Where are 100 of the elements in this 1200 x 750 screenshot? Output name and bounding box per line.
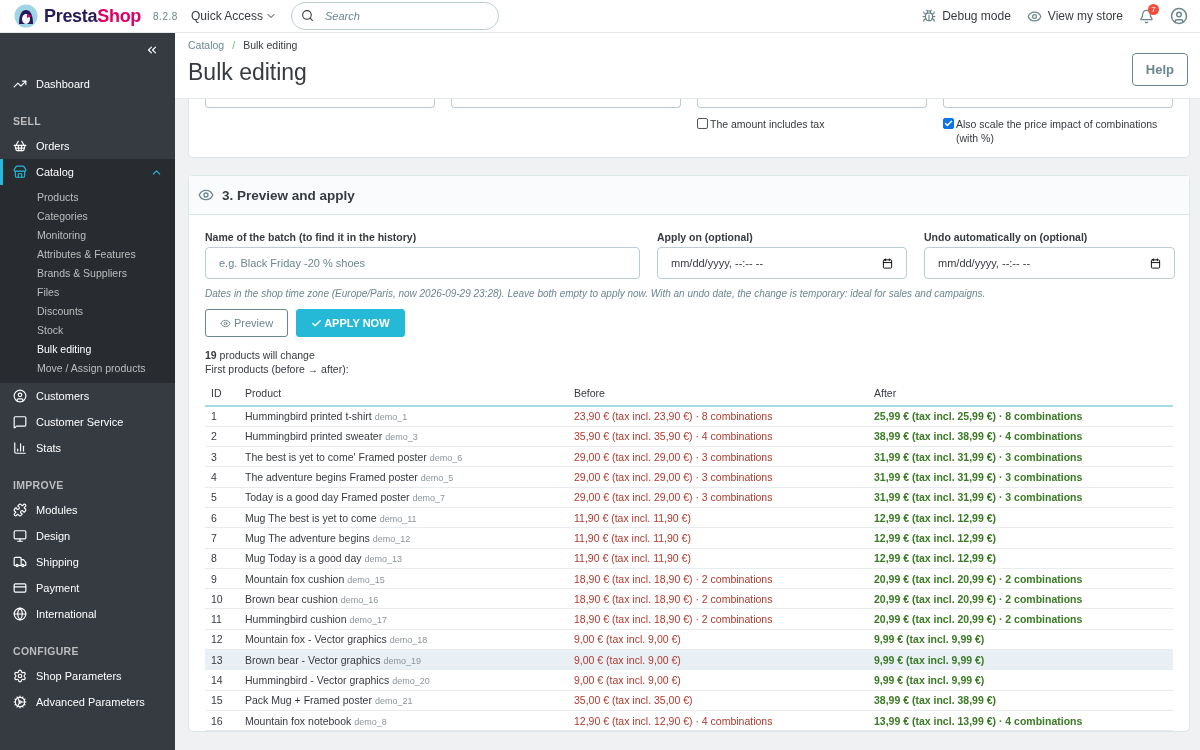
input-field[interactable]: e.g. Black Friday -20 % shoes: [205, 247, 640, 279]
product-name: Brown bear cushion: [245, 592, 338, 605]
table-cell: 14: [205, 669, 239, 691]
product-reference: demo_13: [364, 554, 403, 565]
table-cell: 20,99 € (tax incl. 20,99 €) · 2 combinations: [868, 568, 1173, 589]
table-row[interactable]: 12 Mountain fox - Vector graphics demo_18 9,00 € (tax incl. 9,00 €) 9,99 € (tax incl. 9,99 €): [205, 629, 1173, 650]
table-row[interactable]: 6 Mug The best is yet to come demo_11 11,90 € (tax incl. 11,90 €) 12,99 € (tax incl. 12,99 €): [205, 507, 1173, 528]
sidebar-subitem[interactable]: Categories: [0, 206, 175, 225]
product-reference: demo_11: [379, 513, 417, 524]
sidebar-item[interactable]: Catalog: [0, 159, 175, 185]
version-label: 8.2.8: [153, 10, 178, 22]
product-name: Mountain fox notebook: [245, 714, 352, 727]
eye-icon: [1026, 8, 1042, 24]
breadcrumb-separator: /: [232, 39, 236, 51]
table-row[interactable]: 5 Today is a good day Framed poster demo_7 29,00 € (tax incl. 29,00 €) · 3 combinations 31,99 € (tax incl. 31,99 €) · 3 combinations: [205, 487, 1173, 508]
user-avatar-icon[interactable]: [1170, 7, 1188, 25]
sidebar-item[interactable]: Stats: [0, 435, 175, 461]
store-icon: [13, 165, 27, 179]
preview-button[interactable]: Preview: [205, 309, 289, 337]
table-cell: 11,90 € (tax incl. 11,90 €): [568, 548, 868, 569]
input-field[interactable]: [451, 99, 681, 108]
eye-icon: [220, 317, 231, 329]
checkbox[interactable]: [697, 118, 708, 129]
table-cell: 25,99 € (tax incl. 25,99 €) · 8 combinations: [868, 406, 1173, 427]
sidebar-item[interactable]: Dashboard: [0, 71, 175, 97]
table-cell: 29,00 € (tax incl. 29,00 €) · 3 combinations: [568, 487, 868, 508]
view-store-link[interactable]: View my store: [1026, 8, 1123, 24]
input-field[interactable]: [697, 99, 927, 108]
table-cell: 7: [205, 527, 239, 549]
table-cell: 35,90 € (tax incl. 35,90 €) · 4 combinations: [568, 426, 868, 447]
sidebar-item[interactable]: Modules: [0, 497, 175, 523]
sidebar-subitem[interactable]: Stock: [0, 320, 175, 339]
sidebar-subitem[interactable]: Move / Assign products: [0, 358, 175, 377]
product-name: Hummingbird printed t-shirt: [245, 410, 372, 423]
sidebar-subitem[interactable]: Attributes & Features: [0, 244, 175, 263]
checkbox[interactable]: [943, 118, 954, 129]
table-cell: 9,00 € (tax incl. 9,00 €): [568, 669, 868, 691]
sidebar-item[interactable]: Payment: [0, 575, 175, 601]
sidebar-subitem[interactable]: Brands & Suppliers: [0, 263, 175, 282]
table-cell: 3: [205, 446, 239, 467]
input-field[interactable]: [205, 99, 435, 108]
sidebar-item[interactable]: Advanced Parameters: [0, 689, 175, 715]
table-row[interactable]: 8 Mug Today is a good day demo_13 11,90 € (tax incl. 11,90 €) 12,99 € (tax incl. 12,99 €): [205, 548, 1173, 569]
calendar-icon[interactable]: [882, 257, 893, 269]
table-cell: 4: [205, 466, 239, 488]
table-row[interactable]: 16 Mountain fox notebook demo_8 12,90 € (tax incl. 12,90 €) · 4 combinations 13,99 € (tax incl. 13,99 €) · 4 combinations: [205, 710, 1173, 731]
table-row[interactable]: 2 Hummingbird printed sweater demo_3 35,90 € (tax incl. 35,90 €) · 4 combinations 38,99 € (tax incl. 38,99 €) · 4 combinations: [205, 426, 1173, 447]
product-name: Hummingbird printed sweater: [245, 430, 383, 443]
calendar-icon[interactable]: [1150, 257, 1161, 269]
date-time-field[interactable]: mm/dd/yyyy, --:-- --: [657, 247, 907, 279]
logo-wordmark[interactable]: PrestaShop: [44, 5, 142, 27]
bell-icon[interactable]: [1139, 8, 1154, 24]
sidebar-item[interactable]: Orders: [0, 133, 175, 159]
table-row[interactable]: 4 The adventure begins Framed poster demo_5 29,00 € (tax incl. 29,00 €) · 3 combinations 31,99 € (tax incl. 31,99 €) · 3 combinations: [205, 466, 1173, 488]
globe-icon: [13, 607, 27, 621]
sidebar-item[interactable]: Shipping: [0, 549, 175, 575]
date-time-field[interactable]: mm/dd/yyyy, --:-- --: [924, 247, 1175, 279]
table-row[interactable]: 3 The best is yet to come' Framed poster demo_6 29,00 € (tax incl. 29,00 €) · 3 combinations 31,99 € (tax incl. 31,99 €) · 3 combinations: [205, 446, 1173, 467]
product-name: Hummingbird - Vector graphics: [245, 674, 390, 686]
product-reference: demo_20: [392, 676, 430, 686]
search-field[interactable]: Search: [291, 2, 499, 30]
sidebar-subitem[interactable]: Discounts: [0, 301, 175, 320]
product-reference: demo_1: [374, 412, 408, 423]
sidebar-subitem[interactable]: Monitoring: [0, 225, 175, 244]
table-row[interactable]: 14 Hummingbird - Vector graphics demo_20 9,00 € (tax incl. 9,00 €) 9,99 € (tax incl. 9,99 €): [205, 669, 1173, 691]
table-row[interactable]: 10 Brown bear cushion demo_16 18,90 € (tax incl. 18,90 €) · 2 combinations 20,99 € (tax incl. 20,99 €) · 2 combinations: [205, 588, 1173, 609]
table-cell: 11,90 € (tax incl. 11,90 €): [568, 507, 868, 528]
table-row[interactable]: 15 Pack Mug + Framed poster demo_21 35,00 € (tax incl. 35,00 €) 38,99 € (tax incl. 38,99 €): [205, 690, 1173, 711]
quick-access-dropdown[interactable]: Quick Access: [191, 9, 291, 23]
breadcrumb-link[interactable]: Catalog: [188, 39, 225, 51]
product-name: The best is yet to come' Framed poster: [245, 450, 427, 463]
sidebar-item[interactable]: Customers: [0, 383, 175, 409]
table-cell: 38,99 € (tax incl. 38,99 €): [868, 690, 1173, 711]
product-name: Hummingbird cushion: [245, 613, 347, 626]
input-field[interactable]: [943, 99, 1173, 108]
product-reference: demo_18: [389, 635, 428, 646]
table-row[interactable]: 11 Hummingbird cushion demo_17 18,90 € (tax incl. 18,90 €) · 2 combinations 20,99 € (tax incl. 20,99 €) · 2 combinations: [205, 608, 1173, 630]
sidebar-item[interactable]: Shop Parameters: [0, 663, 175, 689]
table-cell: 13,99 € (tax incl. 13,99 €) · 4 combinations: [868, 710, 1173, 731]
table-row[interactable]: 1 Hummingbird printed t-shirt demo_1 23,90 € (tax incl. 23,90 €) · 8 combinations 25,99 € (tax incl. 25,99 €) · 8 combinations: [205, 406, 1173, 427]
sidebar-subitem[interactable]: Files: [0, 282, 175, 301]
sidebar-item[interactable]: International: [0, 601, 175, 627]
table-cell: 5: [205, 487, 239, 508]
collapse-sidebar-icon[interactable]: [145, 43, 159, 57]
field-label: Name of the batch (to find it in the history): [205, 231, 418, 243]
card-title: 3. Preview and apply: [222, 187, 355, 203]
list-caption: First products (before → after):: [205, 363, 350, 375]
product-reference: demo_3: [385, 432, 418, 443]
table-row[interactable]: 9 Mountain fox cushion demo_15 18,90 € (tax incl. 18,90 €) · 2 combinations 20,99 € (tax incl. 20,99 €) · 2 combinations: [205, 568, 1173, 589]
sidebar-subitem[interactable]: Bulk editing: [0, 339, 175, 358]
sidebar-item[interactable]: Customer Service: [0, 409, 175, 435]
sidebar-subitem[interactable]: Products: [0, 187, 175, 206]
table-row[interactable]: 13 Brown bear - Vector graphics demo_19 9,00 € (tax incl. 9,00 €) 9,99 € (tax incl. 9,99 €): [205, 649, 1173, 670]
table-cell: 12,99 € (tax incl. 12,99 €): [868, 507, 1173, 528]
help-button[interactable]: Help: [1131, 53, 1188, 86]
table-row[interactable]: 7 Mug The adventure begins demo_12 11,90 € (tax incl. 11,90 €) 12,99 € (tax incl. 12,99 €): [205, 527, 1173, 549]
table-cell: 9,99 € (tax incl. 9,99 €): [868, 669, 1173, 691]
table-cell: 16: [205, 710, 239, 731]
sidebar-item[interactable]: Design: [0, 523, 175, 549]
debug-mode-link[interactable]: Debug mode: [922, 9, 1011, 23]
